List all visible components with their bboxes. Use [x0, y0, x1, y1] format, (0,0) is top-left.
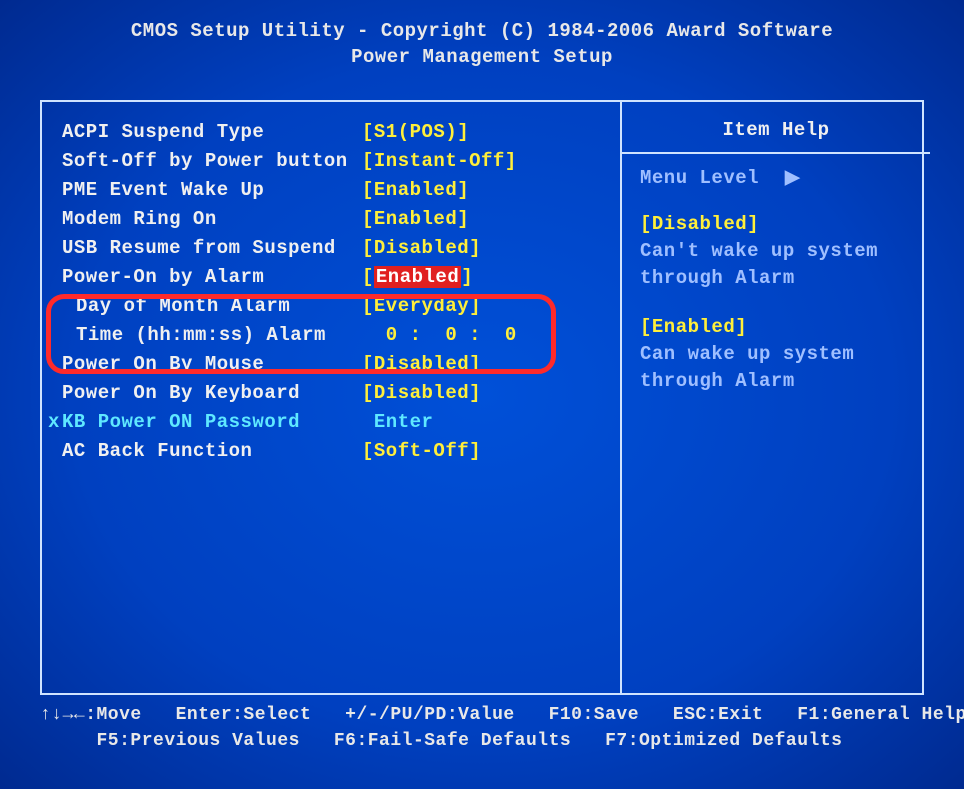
- help-disabled-body-1: Can't wake up system: [640, 238, 912, 265]
- disabled-prefix: x: [48, 408, 62, 437]
- setting-row[interactable]: PME Event Wake Up[Enabled]: [62, 176, 610, 205]
- setting-value[interactable]: [Soft-Off]: [362, 437, 481, 466]
- header: CMOS Setup Utility - Copyright (C) 1984-…: [0, 0, 964, 78]
- help-disabled-block: [Disabled] Can't wake up system through …: [640, 211, 912, 292]
- setting-value[interactable]: [Disabled]: [362, 234, 481, 263]
- setting-row[interactable]: Day of Month Alarm[Everyday]: [62, 292, 610, 321]
- setting-value[interactable]: [Enabled]: [362, 205, 469, 234]
- setting-row[interactable]: Power-On by Alarm[Enabled]: [62, 263, 610, 292]
- settings-pane: ACPI Suspend Type[S1(POS)]Soft-Off by Po…: [42, 102, 622, 693]
- footer-line-1: ↑↓→←:Move Enter:Select +/-/PU/PD:Value F…: [40, 702, 924, 728]
- setting-label: Modem Ring On: [62, 205, 362, 234]
- setting-value[interactable]: Enter: [362, 408, 433, 437]
- help-divider: [622, 152, 930, 154]
- setting-row[interactable]: AC Back Function[Soft-Off]: [62, 437, 610, 466]
- setting-row[interactable]: Soft-Off by Power button[Instant-Off]: [62, 147, 610, 176]
- footer-line-2: F5:Previous Values F6:Fail-Safe Defaults…: [40, 728, 924, 754]
- setting-value[interactable]: [Disabled]: [362, 379, 481, 408]
- help-enabled-head: [Enabled]: [640, 314, 912, 341]
- setting-value-wrap[interactable]: [Enabled]: [362, 263, 473, 292]
- main-box: ACPI Suspend Type[S1(POS)]Soft-Off by Po…: [40, 100, 924, 695]
- setting-row[interactable]: USB Resume from Suspend[Disabled]: [62, 234, 610, 263]
- setting-label: ACPI Suspend Type: [62, 118, 362, 147]
- setting-row[interactable]: x KB Power ON Password Enter: [62, 408, 610, 437]
- help-enabled-body-1: Can wake up system: [640, 341, 912, 368]
- help-disabled-head: [Disabled]: [640, 211, 912, 238]
- help-enabled-body-2: through Alarm: [640, 368, 912, 395]
- help-pane: Item Help Menu Level ▶ [Disabled] Can't …: [622, 102, 922, 693]
- setting-label: Power-On by Alarm: [62, 263, 362, 292]
- setting-row[interactable]: ACPI Suspend Type[S1(POS)]: [62, 118, 610, 147]
- setting-label: Power On By Mouse: [62, 350, 362, 379]
- help-enabled-block: [Enabled] Can wake up system through Ala…: [640, 314, 912, 395]
- help-menu-level: Menu Level ▶: [640, 166, 912, 189]
- setting-value[interactable]: [S1(POS)]: [362, 118, 469, 147]
- setting-label: Power On By Keyboard: [62, 379, 362, 408]
- menu-level-label: Menu Level: [640, 167, 759, 189]
- setting-label: Time (hh:mm:ss) Alarm: [62, 321, 362, 350]
- setting-label: AC Back Function: [62, 437, 362, 466]
- setting-value[interactable]: Enabled: [374, 266, 461, 288]
- bios-screen: CMOS Setup Utility - Copyright (C) 1984-…: [0, 0, 964, 789]
- setting-value[interactable]: [Everyday]: [362, 292, 481, 321]
- help-title: Item Help: [640, 116, 912, 144]
- menu-level-arrow-icon: ▶: [785, 167, 800, 189]
- setting-label: PME Event Wake Up: [62, 176, 362, 205]
- header-line-1: CMOS Setup Utility - Copyright (C) 1984-…: [0, 18, 964, 44]
- help-disabled-body-2: through Alarm: [640, 265, 912, 292]
- setting-label: Day of Month Alarm: [62, 292, 362, 321]
- setting-value[interactable]: [Instant-Off]: [362, 147, 517, 176]
- setting-row[interactable]: Modem Ring On[Enabled]: [62, 205, 610, 234]
- setting-label: x KB Power ON Password: [62, 408, 362, 437]
- header-line-2: Power Management Setup: [0, 44, 964, 70]
- setting-row[interactable]: Power On By Keyboard[Disabled]: [62, 379, 610, 408]
- footer: ↑↓→←:Move Enter:Select +/-/PU/PD:Value F…: [40, 702, 924, 754]
- setting-row[interactable]: Time (hh:mm:ss) Alarm 0 : 0 : 0: [62, 321, 610, 350]
- setting-label: Soft-Off by Power button: [62, 147, 362, 176]
- setting-value[interactable]: [Enabled]: [362, 176, 469, 205]
- setting-value[interactable]: 0 : 0 : 0: [362, 321, 517, 350]
- setting-row[interactable]: Power On By Mouse[Disabled]: [62, 350, 610, 379]
- setting-label: USB Resume from Suspend: [62, 234, 362, 263]
- setting-value[interactable]: [Disabled]: [362, 350, 481, 379]
